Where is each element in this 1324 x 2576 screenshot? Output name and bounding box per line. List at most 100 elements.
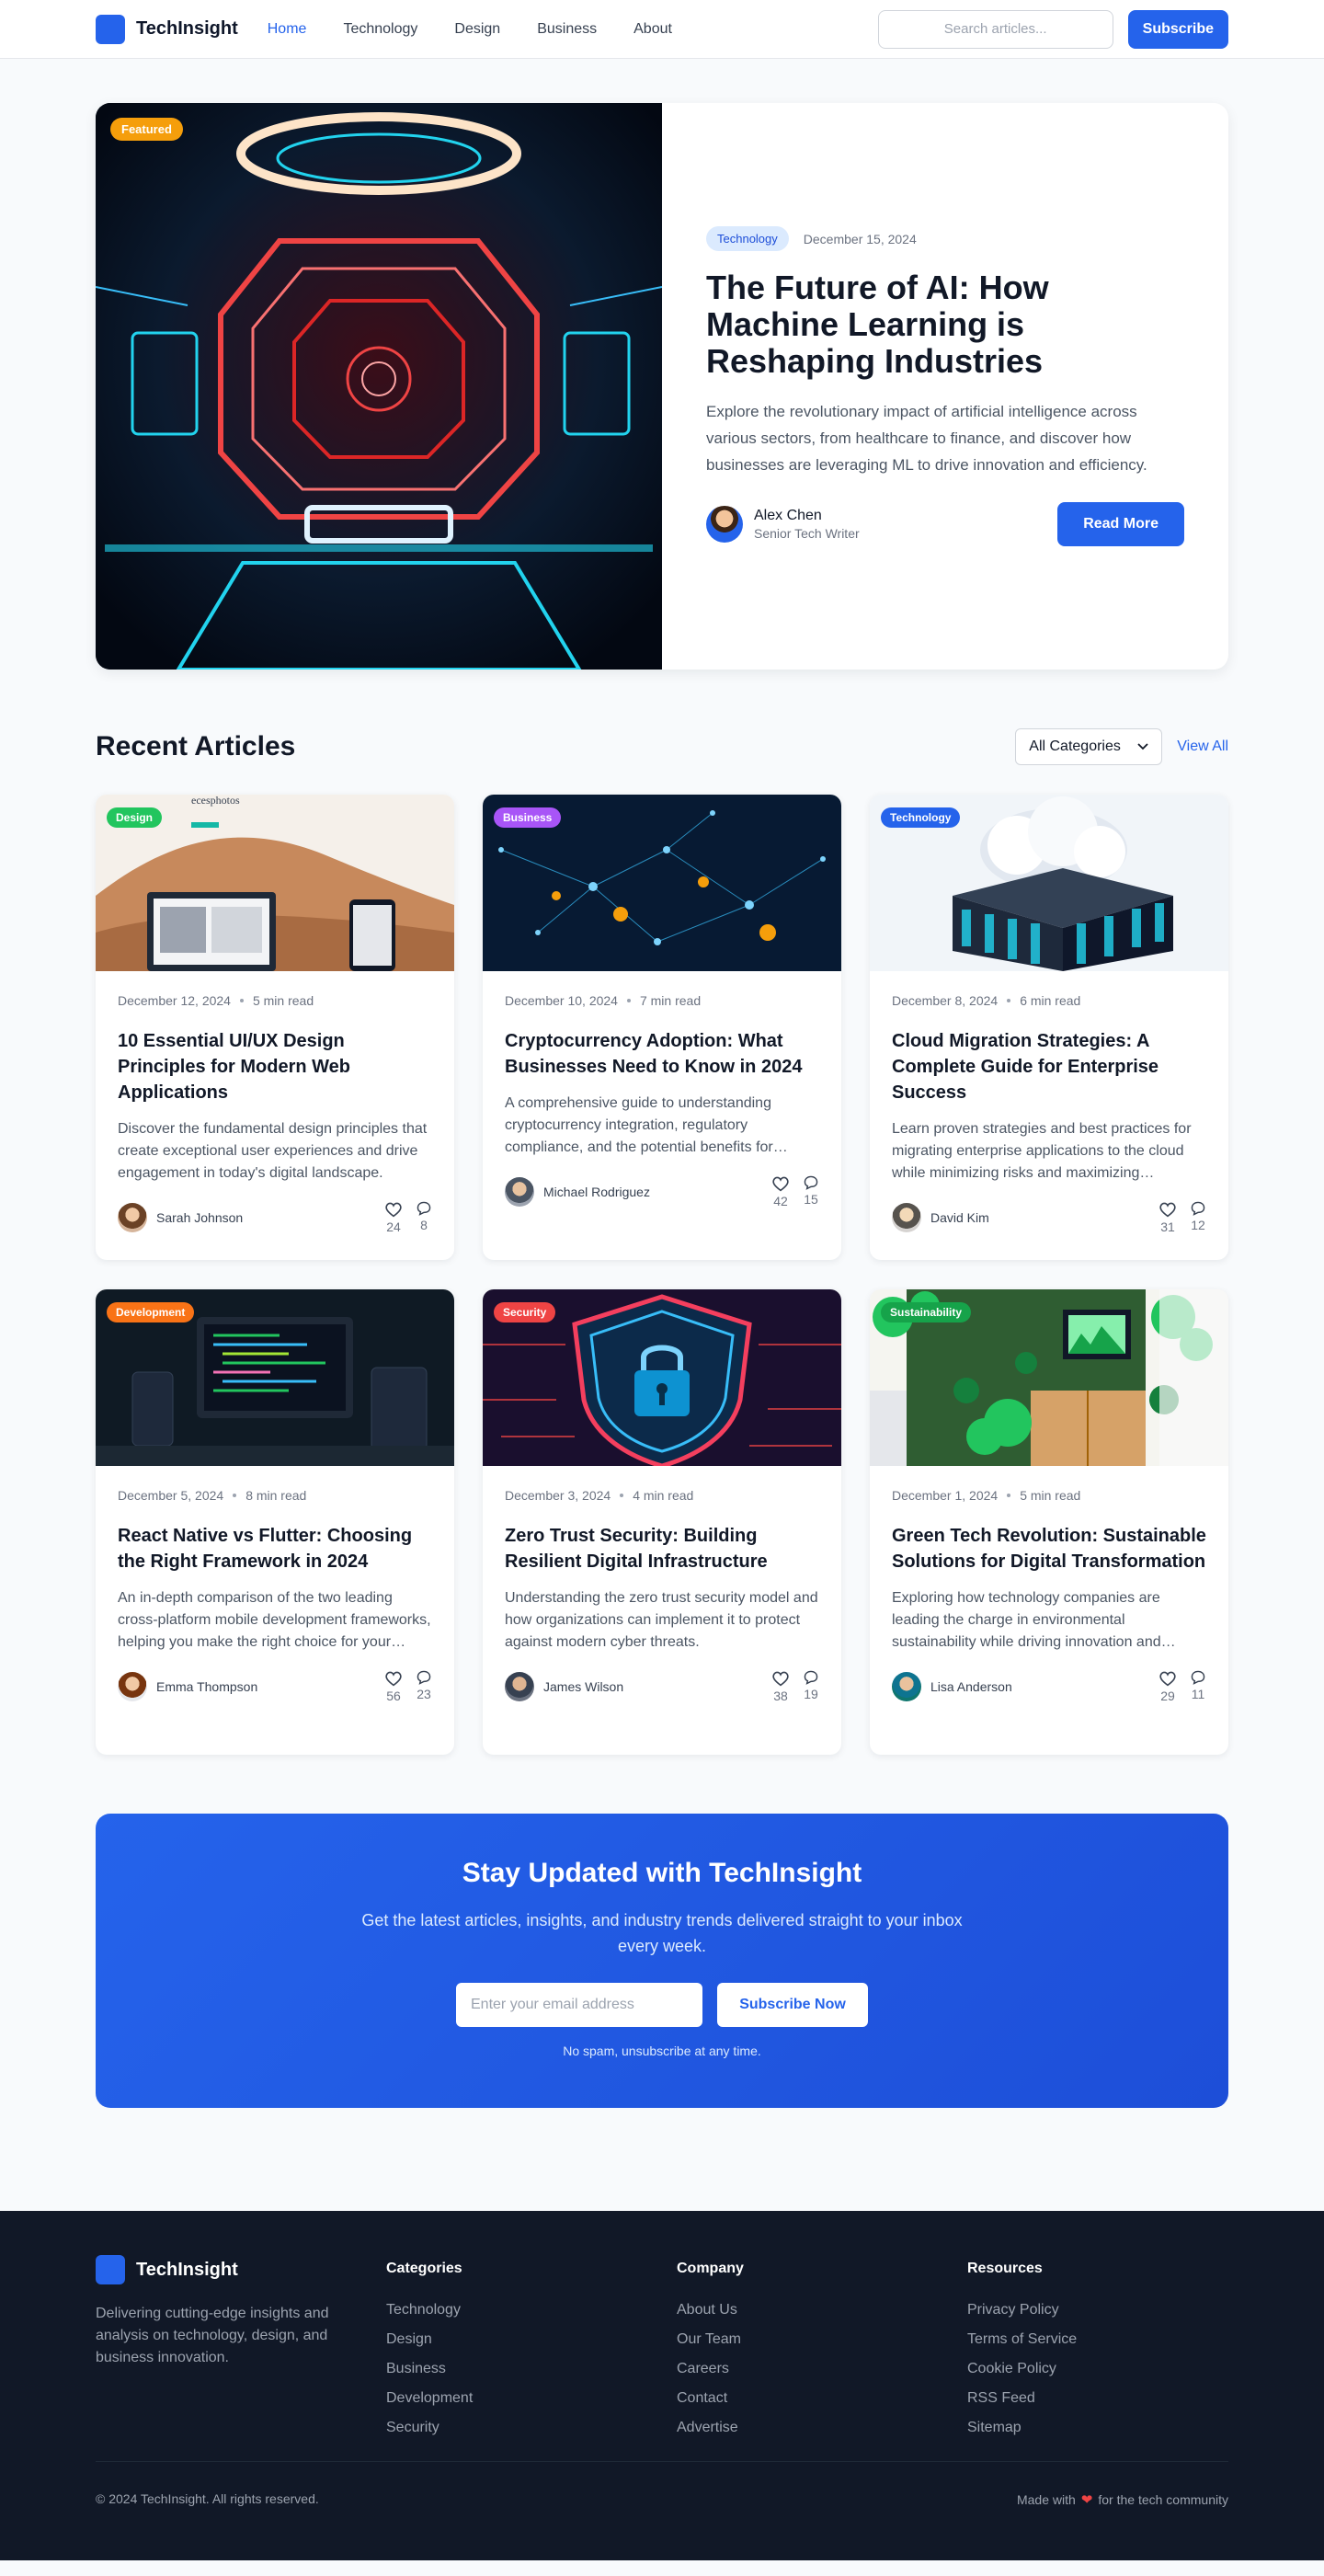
hero-date: December 15, 2024 [803,231,917,246]
article-title[interactable]: 10 Essential UI/UX Design Principles for… [118,1028,432,1105]
footer-link[interactable]: About Us [677,2296,967,2325]
category-badge: Business [494,807,562,828]
made-with-note: Made with ❤ for the tech community [1017,2491,1228,2508]
nav-links: Home Technology Design Business About [268,21,709,38]
brand-logo[interactable]: TechInsight [96,14,238,44]
meta-separator [626,999,631,1002]
like-button[interactable]: 42 [771,1175,790,1208]
newsletter-title: Stay Updated with TechInsight [462,1858,862,1888]
hero-title[interactable]: The Future of AI: How Machine Learning i… [706,269,1184,380]
recent-articles-header: Recent Articles All Categories View All [96,727,1228,767]
article-card[interactable]: Business December 10, 2024 7 min read Cr… [483,795,841,1260]
comment-button[interactable]: 23 [416,1670,432,1703]
hero-author-name: Alex Chen [754,508,822,523]
footer-link[interactable]: Cookie Policy [967,2354,1258,2384]
nav-link-technology[interactable]: Technology [343,21,417,38]
article-author: Michael Rodriguez [543,1185,650,1199]
footer-link[interactable]: Technology [386,2296,677,2325]
article-author: David Kim [930,1210,989,1225]
article-read-time: 8 min read [245,1488,307,1503]
article-read-time: 6 min read [1020,993,1081,1008]
featured-article[interactable]: Featured Technology December 15, 2024 Th… [96,103,1228,670]
article-date: December 1, 2024 [892,1488,999,1503]
comment-button[interactable]: 8 [416,1201,432,1234]
article-card[interactable]: ecesphotos Design December 12, 2024 5 mi… [96,795,454,1260]
footer-link[interactable]: Careers [677,2354,967,2384]
comment-button[interactable]: 15 [803,1175,819,1208]
article-title[interactable]: Cryptocurrency Adoption: What Businesses… [505,1028,819,1080]
comment-button[interactable]: 19 [803,1670,819,1703]
svg-text:ecesphotos: ecesphotos [191,795,240,807]
article-read-time: 7 min read [639,993,702,1008]
subscribe-button[interactable]: Subscribe [1127,9,1228,49]
like-button[interactable]: 31 [1158,1201,1177,1234]
article-title[interactable]: Green Tech Revolution: Sustainable Solut… [892,1523,1206,1574]
comment-icon [1191,1670,1205,1685]
footer-link[interactable]: Security [386,2413,677,2443]
footer-link[interactable]: Terms of Service [967,2325,1258,2354]
avatar [892,1203,921,1232]
article-excerpt: Exploring how technology companies are l… [892,1590,1161,1650]
category-select[interactable]: All Categories [1015,728,1163,765]
article-card[interactable]: Security December 3, 2024 4 min read Zer… [483,1289,841,1755]
comment-button[interactable]: 12 [1190,1201,1206,1234]
search-input[interactable]: Search articles... [877,9,1113,49]
article-image: Technology [870,795,1228,971]
footer-link[interactable]: RSS Feed [967,2384,1258,2413]
nav-link-about[interactable]: About [633,21,672,38]
footer-link[interactable]: Design [386,2325,677,2354]
comment-count: 23 [417,1687,431,1701]
article-date: December 10, 2024 [505,993,618,1008]
article-card[interactable]: Technology December 8, 2024 6 min read C… [870,795,1228,1260]
article-author: Sarah Johnson [156,1210,244,1225]
like-count: 29 [1160,1689,1175,1703]
like-button[interactable]: 24 [384,1201,403,1234]
like-button[interactable]: 38 [771,1670,790,1703]
avatar [706,506,743,543]
article-title[interactable]: React Native vs Flutter: Choosing the Ri… [118,1523,432,1574]
article-title[interactable]: Zero Trust Security: Building Resilient … [505,1523,819,1574]
footer-link[interactable]: Sitemap [967,2413,1258,2443]
nav-link-business[interactable]: Business [537,21,597,38]
article-card[interactable]: Development December 5, 2024 8 min read … [96,1289,454,1755]
logo-mark-icon [96,2255,125,2284]
heart-icon [385,1202,402,1218]
newsletter-form: Enter your email address Subscribe Now [456,1983,868,2027]
heart-icon [1159,1202,1176,1218]
heart-icon [772,1176,789,1192]
like-count: 42 [773,1194,788,1208]
chevron-down-icon [1137,743,1148,750]
comment-button[interactable]: 11 [1190,1670,1206,1703]
meta-separator [233,1494,237,1497]
nav-link-home[interactable]: Home [268,21,307,38]
subscribe-now-button[interactable]: Subscribe Now [717,1983,868,2027]
footer-heading-resources: Resources [967,2261,1043,2276]
meta-separator [1007,999,1011,1002]
meta-separator [1007,1494,1011,1497]
footer-link[interactable]: Our Team [677,2325,967,2354]
footer-brand-name: TechInsight [136,2259,238,2280]
hero-category-pill[interactable]: Technology [706,226,789,251]
made-with-prefix: Made with [1016,2492,1076,2507]
avatar [118,1203,147,1232]
comment-count: 19 [804,1687,818,1701]
nav-link-design[interactable]: Design [454,21,500,38]
footer-link[interactable]: Business [386,2354,677,2384]
view-all-link[interactable]: View All [1177,738,1228,755]
footer-link[interactable]: Contact [677,2384,967,2413]
like-count: 24 [386,1219,401,1234]
comment-icon [417,1670,431,1685]
article-card[interactable]: Sustainability December 1, 2024 5 min re… [870,1289,1228,1755]
like-button[interactable]: 56 [384,1670,403,1703]
like-count: 31 [1160,1219,1175,1234]
footer-logo[interactable]: TechInsight [96,2255,386,2284]
footer-link[interactable]: Development [386,2384,677,2413]
footer-link[interactable]: Advertise [677,2413,967,2443]
made-with-suffix: for the tech community [1098,2492,1228,2507]
read-more-button[interactable]: Read More [1057,502,1184,546]
heart-icon [1159,1671,1176,1687]
email-field[interactable]: Enter your email address [456,1983,702,2027]
footer-link[interactable]: Privacy Policy [967,2296,1258,2325]
like-button[interactable]: 29 [1158,1670,1177,1703]
article-title[interactable]: Cloud Migration Strategies: A Complete G… [892,1028,1206,1105]
